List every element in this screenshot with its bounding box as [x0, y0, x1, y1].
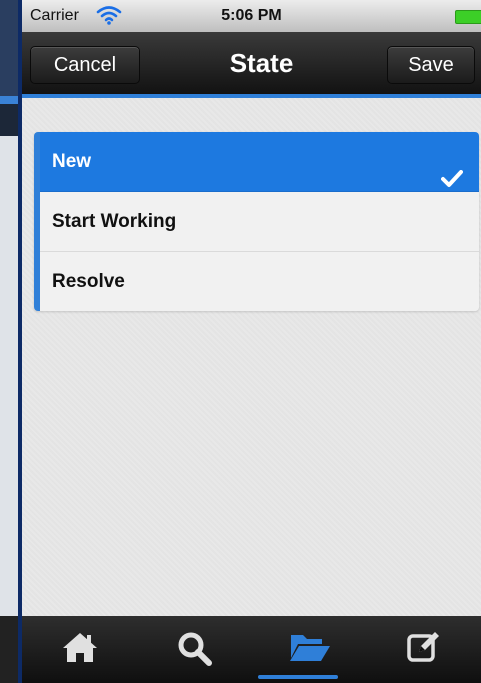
- cancel-button[interactable]: Cancel: [30, 46, 140, 84]
- state-list: New Start Working Resolve: [34, 132, 479, 311]
- navigation-bar: Cancel State Save: [22, 32, 481, 98]
- tab-search[interactable]: [137, 616, 252, 683]
- tab-compose[interactable]: [366, 616, 481, 683]
- state-option-resolve[interactable]: Resolve: [40, 252, 479, 311]
- phone-screen: Carrier 5:06 PM Cancel State Save New St…: [22, 0, 481, 683]
- list-item-label: Start Working: [52, 211, 177, 232]
- tab-bar: [22, 616, 481, 683]
- content-area: New Start Working Resolve: [22, 98, 481, 616]
- page-title: State: [229, 48, 294, 78]
- save-button[interactable]: Save: [387, 46, 475, 84]
- state-option-start-working[interactable]: Start Working: [40, 192, 479, 252]
- status-bar: Carrier 5:06 PM: [22, 0, 481, 32]
- tab-home[interactable]: [22, 616, 137, 683]
- screen: Carrier 5:06 PM Cancel State Save New St…: [0, 0, 481, 683]
- folder-open-icon: [289, 635, 330, 661]
- battery-icon: [455, 10, 481, 24]
- status-time: 5:06 PM: [221, 7, 282, 24]
- previous-screen-edge: [0, 0, 22, 683]
- checkmark-icon: [441, 153, 463, 187]
- search-icon: [178, 632, 212, 666]
- home-icon: [62, 633, 97, 662]
- compose-icon: [406, 632, 439, 662]
- list-item-label: Resolve: [52, 271, 125, 292]
- list-item-label: New: [52, 151, 92, 172]
- tab-folders[interactable]: [252, 616, 367, 683]
- state-option-new[interactable]: New: [40, 132, 479, 192]
- active-tab-indicator: [258, 675, 338, 679]
